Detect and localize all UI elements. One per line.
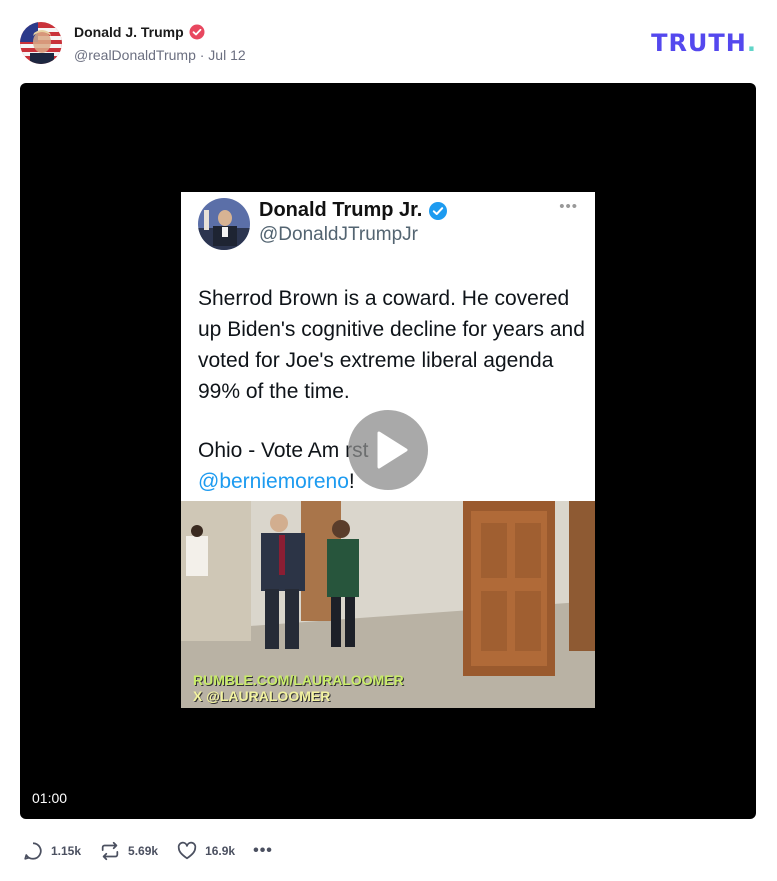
author-name[interactable]: Donald J. Trump	[74, 24, 184, 40]
play-button[interactable]	[348, 410, 428, 490]
tweet-mention: @berniemoreno	[198, 470, 349, 493]
truth-logo[interactable]: TRUTH.	[651, 29, 757, 57]
hallway-clip: RUMBLE.COM/LAURALOOMER X @LAURALOOMER	[181, 501, 595, 708]
tweet-mention-line: @berniemoreno!	[198, 466, 355, 497]
handle-and-date: @realDonaldTrump · Jul 12	[74, 47, 246, 63]
avatar[interactable]	[20, 22, 62, 64]
repost-count: 5.69k	[128, 844, 159, 858]
repost-button[interactable]: 5.69k	[99, 840, 158, 862]
watermark-rumble: RUMBLE.COM/LAURALOOMER	[193, 672, 404, 688]
watermark-x: X @LAURALOOMER	[193, 688, 331, 704]
tweet-body: Sherrod Brown is a coward. He covered up…	[198, 287, 585, 403]
more-options-button[interactable]: •••	[253, 842, 273, 860]
repost-icon	[101, 841, 119, 861]
logo-text: TRUTH	[651, 29, 747, 57]
video-player[interactable]: Donald Trump Jr. @DonaldJTrumpJr ••• She…	[20, 83, 756, 819]
logo-dot: .	[746, 29, 757, 57]
tweet-author-name: Donald Trump Jr.	[259, 199, 423, 221]
verified-check-icon	[429, 201, 448, 220]
video-duration: 01:00	[32, 790, 68, 806]
reply-icon	[24, 842, 42, 860]
post-header: Donald J. Trump @realDonaldTrump · Jul 1…	[20, 20, 757, 66]
play-icon	[377, 431, 408, 469]
reply-count: 1.15k	[51, 844, 82, 858]
tweet-line-2: Ohio - Vote Am rst	[198, 439, 369, 462]
post-actions: 1.15k 5.69k 16.9k •••	[22, 838, 291, 864]
tweet-avatar	[198, 198, 250, 250]
more-icon: •••	[253, 842, 273, 859]
reply-button[interactable]: 1.15k	[22, 840, 81, 862]
tweet-handle: @DonaldJTrumpJr	[259, 224, 419, 245]
heart-icon	[177, 841, 197, 860]
verified-badge-icon	[189, 24, 205, 40]
tweet-more-icon: •••	[559, 198, 578, 215]
like-button[interactable]: 16.9k	[176, 840, 235, 862]
like-count: 16.9k	[205, 844, 236, 858]
tweet-header: Donald Trump Jr. @DonaldJTrumpJr •••	[181, 192, 595, 262]
